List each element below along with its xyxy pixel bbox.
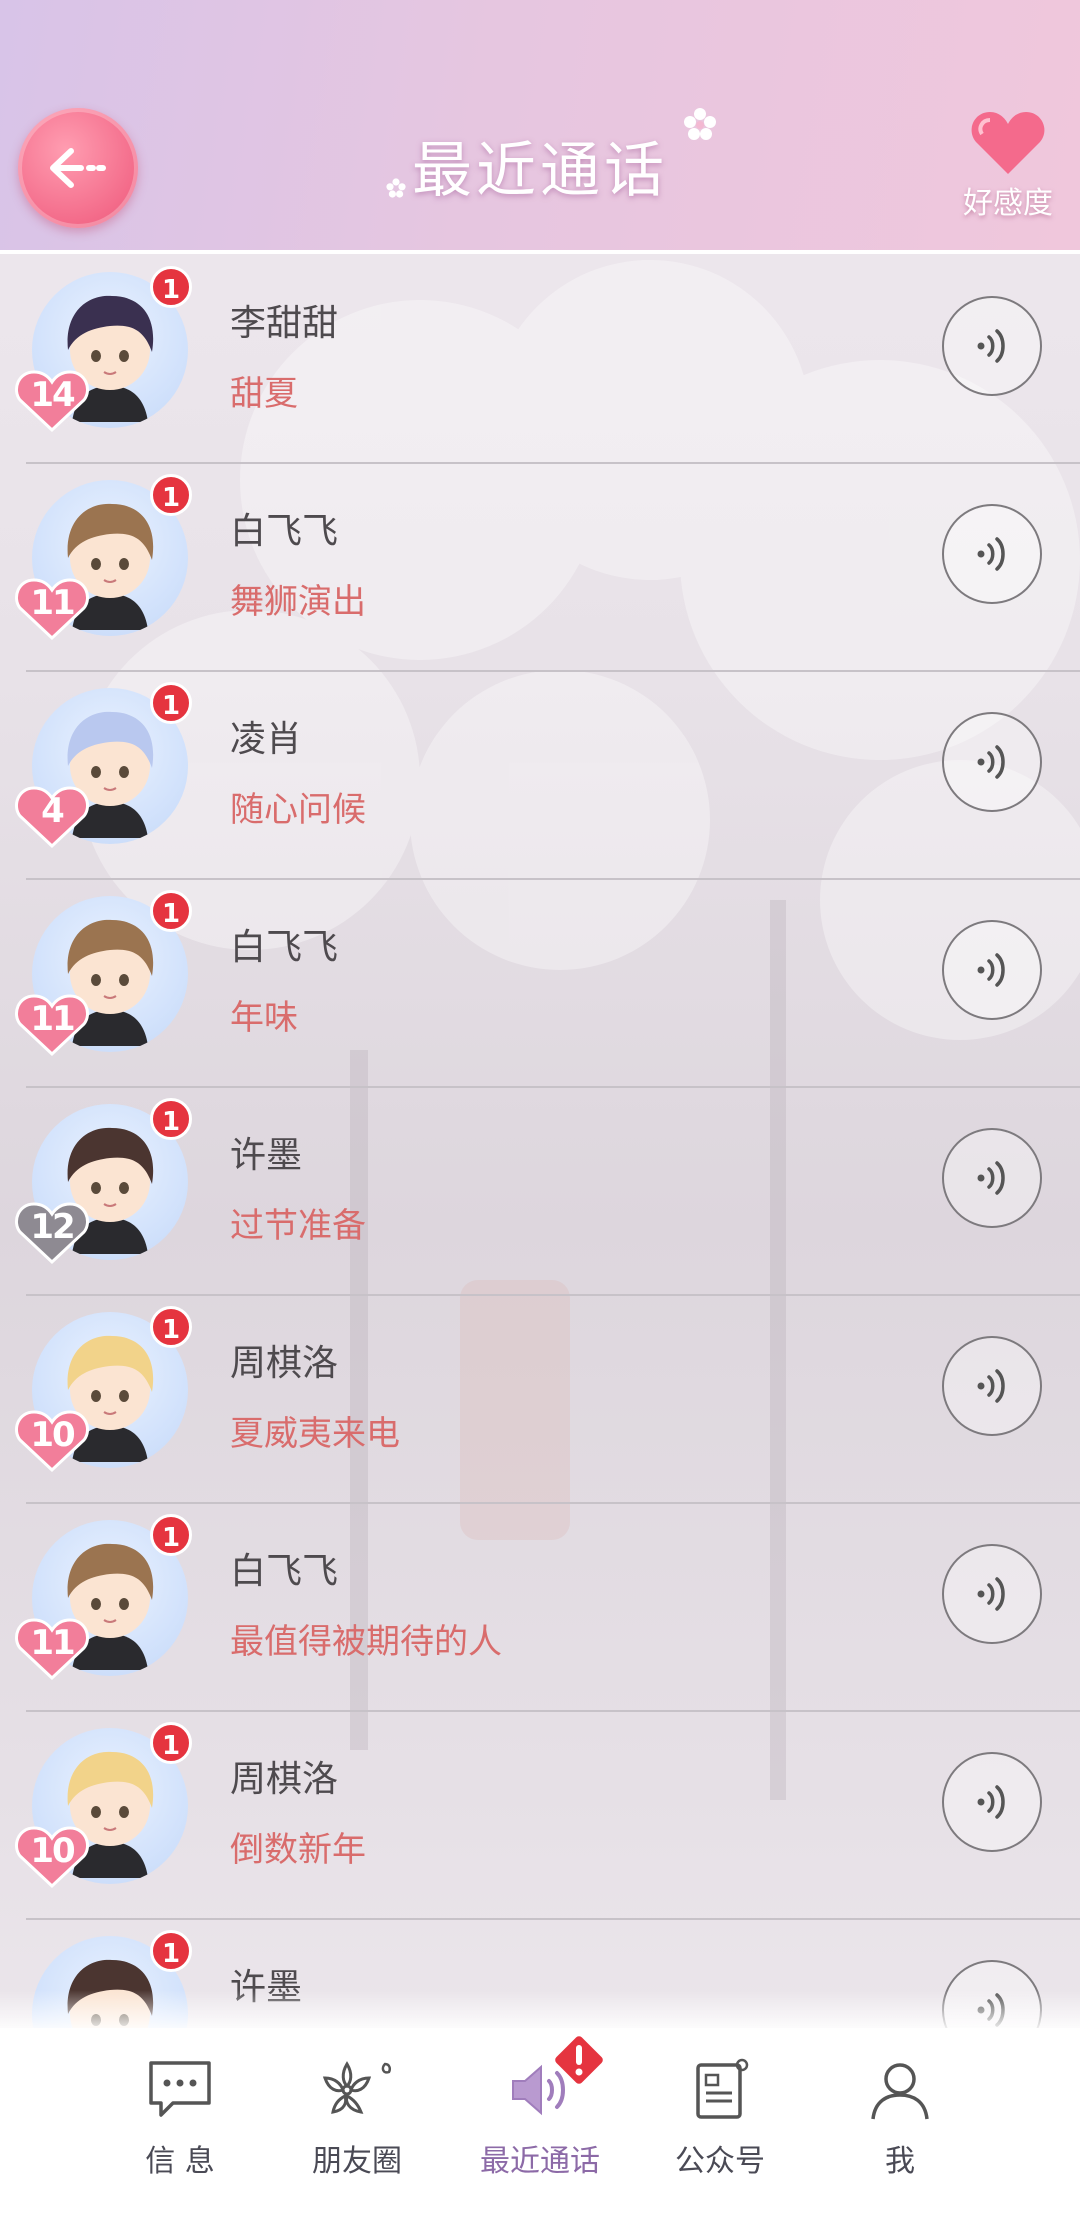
play-call-button[interactable] [942,712,1042,812]
person-icon [871,2063,929,2120]
top-header: 最近通话 好感度 [0,0,1080,254]
call-row[interactable]: 1 11 白飞飞 最值得被期待的人 [15,1502,1080,1712]
call-subject: 舞狮演出 [230,582,366,622]
call-subject: 甜夏 [230,374,298,414]
voice-wave-icon [977,745,1005,779]
play-call-button[interactable] [942,1336,1042,1436]
affinity-button[interactable]: 好感度 [958,108,1058,222]
call-subject: 夏威夷来电 [230,1414,400,1454]
sakura-sparkle-icon [386,178,406,198]
call-subject: 最值得被期待的人 [230,1622,502,1662]
nav-recent-calls[interactable]: 最近通话 [465,2036,615,2180]
unread-badge: 1 [150,682,192,724]
newspaper-icon [696,2058,749,2119]
contact-name: 李甜甜 [230,303,339,344]
play-call-button[interactable] [942,296,1042,396]
bottom-navigation: 信 息 朋友圈 最近通话 公众号 我 [0,2028,1080,2228]
sakura-sparkle-icon [684,108,716,140]
affinity-level-value: 10 [30,1831,75,1871]
affinity-level-value: 11 [30,999,75,1039]
nav-messages-label: 信 息 [145,2144,215,2179]
call-subject: 过节准备 [230,1206,366,1246]
affinity-label: 好感度 [963,186,1053,221]
sakura-flower-icon [322,2061,392,2114]
play-call-button[interactable] [942,1752,1042,1852]
nav-moments-label: 朋友圈 [312,2144,402,2179]
affinity-level-badge: 12 [14,1196,90,1266]
alert-icon [555,2036,603,2084]
nav-official[interactable]: 公众号 [645,2050,795,2180]
unread-badge: 1 [150,890,192,932]
voice-wave-icon [977,1369,1005,1403]
contact-name: 白飞飞 [230,1551,339,1592]
affinity-level-value: 4 [41,791,65,831]
contact-name: 周棋洛 [230,1759,339,1800]
play-call-button[interactable] [942,1128,1042,1228]
play-call-button[interactable] [942,1544,1042,1644]
call-row[interactable]: 1 11 白飞飞 年味 [15,878,1080,1088]
nav-me[interactable]: 我 [825,2050,975,2180]
unread-badge: 1 [150,1514,192,1556]
play-call-button[interactable] [942,504,1042,604]
affinity-level-badge: 11 [14,988,90,1058]
nav-me-label: 我 [885,2144,915,2179]
call-row[interactable]: 1 14 李甜甜 甜夏 [15,254,1080,464]
call-row[interactable]: 1 12 许墨 过节准备 [15,1086,1080,1296]
affinity-level-badge: 10 [14,1404,90,1474]
unread-badge: 1 [150,1098,192,1140]
unread-badge: 1 [150,1930,192,1972]
call-subject: 随心问候 [230,790,366,830]
unread-badge: 1 [150,266,192,308]
affinity-level-value: 14 [30,375,75,415]
affinity-level-value: 10 [30,1415,75,1455]
call-row[interactable]: 1 4 凌肖 随心问候 [15,670,1080,880]
affinity-level-badge: 4 [14,780,90,850]
voice-wave-icon [977,1785,1005,1819]
affinity-level-value: 12 [30,1207,75,1247]
contact-name: 周棋洛 [230,1343,339,1384]
voice-wave-icon [977,1577,1005,1611]
call-row[interactable]: 1 10 周棋洛 夏威夷来电 [15,1294,1080,1504]
list-fade [0,1990,1080,2030]
nav-moments[interactable]: 朋友圈 [282,2050,432,2180]
unread-badge: 1 [150,1722,192,1764]
contact-name: 白飞飞 [230,927,339,968]
call-row[interactable]: 1 11 白飞飞 舞狮演出 [15,462,1080,672]
unread-badge: 1 [150,1306,192,1348]
nav-recent-calls-label: 最近通话 [480,2144,600,2179]
nav-messages[interactable]: 信 息 [105,2050,255,2180]
affinity-level-value: 11 [30,583,75,623]
play-call-button[interactable] [942,920,1042,1020]
page-title: 最近通话 [412,136,668,206]
voice-wave-icon [977,537,1005,571]
contact-name: 许墨 [230,1135,303,1176]
contact-name: 凌肖 [230,719,303,760]
call-subject: 倒数新年 [230,1830,366,1870]
affinity-level-value: 11 [30,1623,75,1663]
unread-badge: 1 [150,474,192,516]
heart-icon [971,112,1045,174]
affinity-level-badge: 10 [14,1820,90,1890]
nav-official-label: 公众号 [675,2144,765,2179]
call-subject: 年味 [230,998,298,1038]
affinity-level-badge: 11 [14,572,90,642]
affinity-level-badge: 14 [14,364,90,434]
call-row[interactable]: 1 10 周棋洛 倒数新年 [15,1710,1080,1920]
voice-wave-icon [977,329,1005,363]
voice-wave-icon [977,1161,1005,1195]
voice-wave-icon [977,953,1005,987]
chat-bubble-icon [149,2061,211,2117]
contact-name: 白飞飞 [230,511,339,552]
affinity-level-badge: 11 [14,1612,90,1682]
